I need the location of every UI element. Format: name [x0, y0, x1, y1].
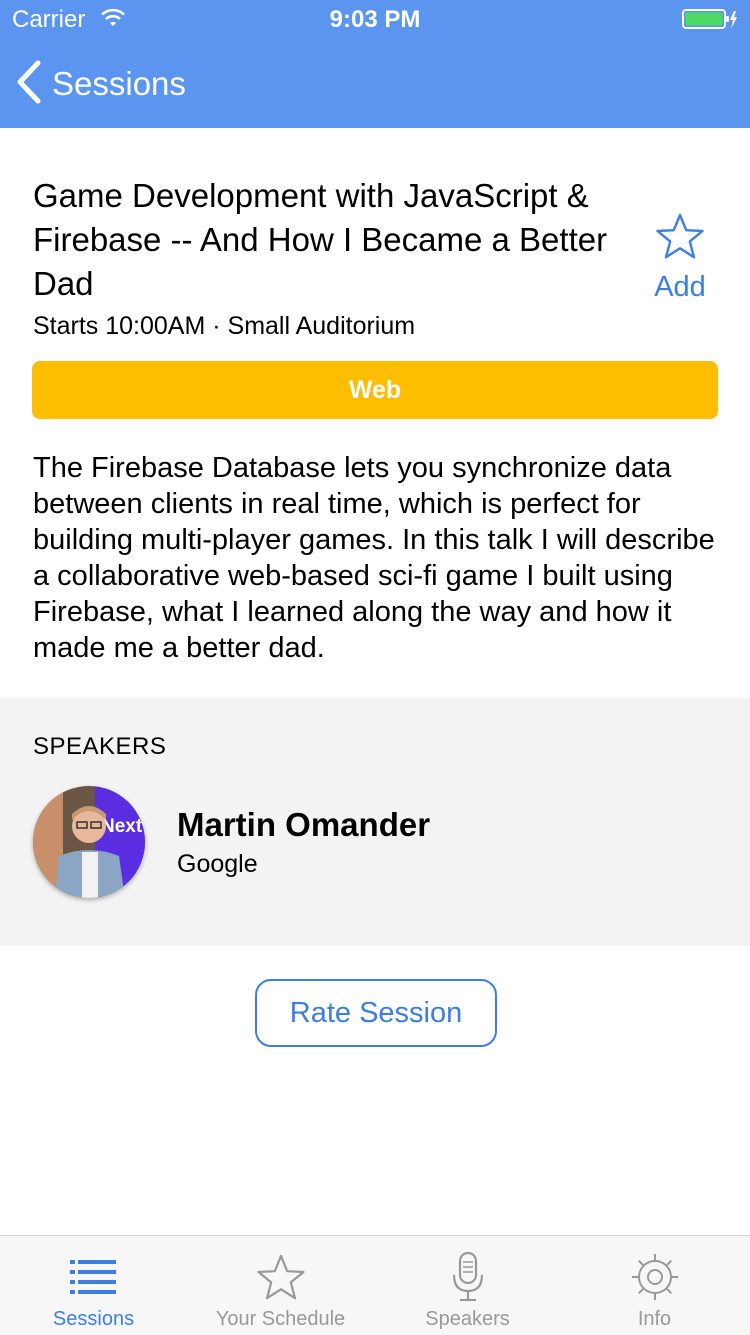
tab-label-speakers: Speakers	[425, 1308, 510, 1330]
svg-text:Next: Next	[101, 816, 143, 837]
speaker-company: Google	[177, 850, 258, 878]
session-title: Game Development with JavaScript & Fireb…	[33, 177, 608, 302]
chevron-left-icon	[16, 60, 42, 109]
tab-speakers[interactable]: Speakers	[374, 1236, 561, 1335]
star-outline-icon	[655, 213, 705, 264]
tab-sessions[interactable]: Sessions	[0, 1236, 187, 1335]
tab-label-info: Info	[637, 1308, 672, 1330]
tab-your-schedule[interactable]: Your Schedule	[187, 1236, 374, 1335]
speakers-section: SPEAKERS Next Martin Omander Google	[0, 698, 750, 946]
back-button[interactable]: Sessions	[16, 60, 186, 108]
speaker-name: Martin Omander	[177, 806, 431, 843]
navigation-bar: Sessions	[0, 40, 750, 128]
gear-icon	[561, 1250, 748, 1304]
add-to-schedule-button[interactable]: Add	[640, 212, 720, 304]
tab-label-sessions: Sessions	[52, 1308, 135, 1330]
tab-info[interactable]: Info	[561, 1236, 748, 1335]
star-icon	[187, 1250, 374, 1304]
speaker-row[interactable]: Next Martin Omander Google	[33, 786, 723, 898]
rate-session-button[interactable]: Rate Session	[255, 979, 497, 1047]
track-tag: Web	[32, 361, 718, 419]
clock: 9:03 PM	[329, 6, 421, 33]
back-label: Sessions	[52, 65, 186, 102]
session-description: The Firebase Database lets you synchroni…	[33, 452, 715, 664]
list-icon	[0, 1250, 187, 1304]
microphone-icon	[374, 1250, 561, 1304]
tab-bar: Sessions Your Schedule Speakers Info	[0, 1235, 750, 1335]
battery-icon	[682, 8, 738, 37]
speakers-heading: SPEAKERS	[33, 733, 167, 760]
speaker-avatar: Next	[33, 786, 145, 898]
session-time-location: Starts 10:00AM · Small Auditorium	[33, 312, 416, 340]
tab-label-your-schedule: Your Schedule	[215, 1308, 346, 1330]
add-label: Add	[654, 271, 706, 303]
status-bar: Carrier 9:03 PM	[0, 0, 750, 40]
